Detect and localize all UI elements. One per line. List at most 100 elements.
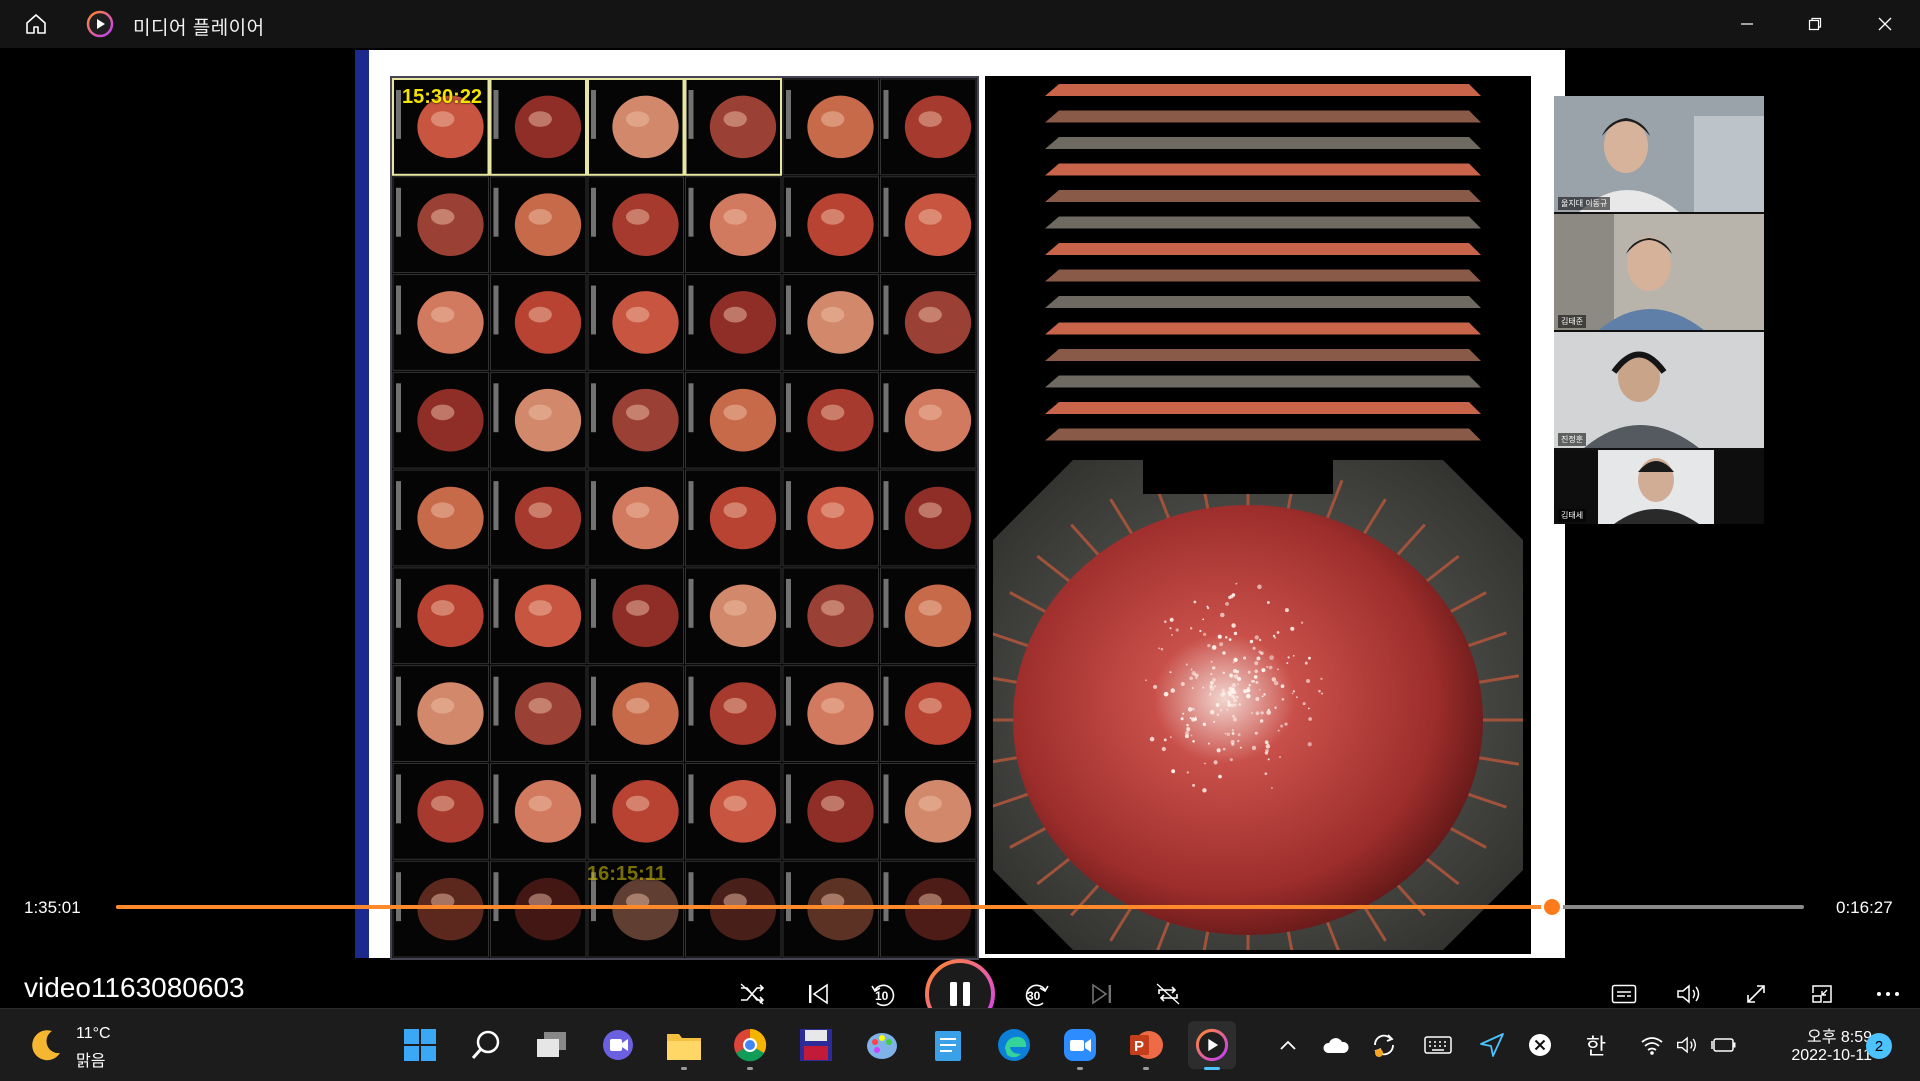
start-icon [404,1029,436,1061]
remaining-time: 0:16:27 [1836,898,1893,917]
taskbar-app-chrome[interactable] [726,1021,774,1070]
tray-wifi[interactable] [1634,1027,1670,1063]
participant-tile[interactable]: 김태준 [1554,214,1764,330]
sync-icon [1374,1034,1394,1057]
video-canvas[interactable]: 15:30:22 16:15:11 울지대 이동규 김태준 진정훈 김태세 1:… [0,48,1920,1008]
weather-widget[interactable]: 11°C 맑음 [24,1021,134,1070]
player-controls: 1:35:01 0:16:27 video1163080603 10 30 [0,878,1920,1008]
participant-video [1554,214,1764,330]
volume-button[interactable] [1668,972,1712,1008]
volume-icon [1677,1036,1696,1054]
rewind-10-button[interactable]: 10 [862,972,906,1008]
previous-button[interactable] [796,972,840,1008]
ime-indicator[interactable]: 한 [1578,1027,1614,1063]
more-options-button[interactable] [1866,972,1910,1008]
weather-temperature: 11°C [76,1025,111,1042]
home-icon [26,14,46,34]
chat-button[interactable] [594,1021,642,1069]
next-button[interactable] [1080,972,1124,1008]
taskbar-app-edge[interactable] [990,1021,1038,1069]
seek-bar-thumb[interactable] [1541,896,1564,918]
repeat-button[interactable] [1146,972,1190,1008]
minimize-button[interactable] [1714,0,1780,48]
shuffle-button[interactable] [730,972,774,1008]
tray-keyboard[interactable] [1420,1027,1456,1063]
slide-side-bar [355,50,369,958]
forward-30-button[interactable]: 30 [1014,972,1058,1008]
taskbar-app-notepad[interactable] [924,1021,972,1069]
participant-video [1554,332,1764,448]
chevron-up-icon [1280,1040,1296,1050]
running-indicator [1143,1067,1149,1070]
more-icon [1877,992,1899,996]
taskbar-app-paint[interactable] [858,1021,906,1069]
paint-icon [867,1033,897,1059]
svg-text:P: P [1134,1038,1144,1055]
participant-video [1554,96,1764,212]
task-view-button[interactable] [528,1021,576,1069]
restore-icon [1808,17,1822,31]
send-icon [1480,1033,1504,1057]
presentation-slide: 15:30:22 16:15:11 [355,50,1565,960]
search-icon [471,1030,500,1059]
pause-icon [925,959,995,1008]
start-button[interactable] [396,1021,444,1069]
participant-name: 진정훈 [1558,433,1587,446]
restore-button[interactable] [1782,0,1848,48]
battery-charging-icon [1711,1038,1736,1052]
participant-name: 김태세 [1558,509,1587,522]
tray-overflow-button[interactable] [1270,1027,1306,1063]
participant-tile[interactable]: 김태세 [1554,450,1764,524]
title-bar: 미디어 플레이어 [0,0,1920,48]
current-time: 1:35:01 [24,898,81,917]
moon-icon [32,1030,60,1061]
subtitles-icon [1611,984,1637,1004]
mini-player-button[interactable] [1800,972,1844,1008]
participant-tile[interactable]: 울지대 이동규 [1554,96,1764,212]
close-button[interactable] [1852,0,1918,48]
taskbar-app-zoom[interactable] [1056,1021,1104,1070]
running-indicator [1077,1067,1083,1070]
rewind-10-label: 10 [875,989,889,1003]
endoscopy-strip-stack [1045,84,1481,441]
notification-badge[interactable]: 2 [1866,1033,1892,1059]
chrome-icon [734,1028,767,1062]
tray-sync[interactable] [1366,1027,1402,1063]
taskbar-clock-date[interactable]: 2022-10-11 [1762,1047,1872,1065]
timestamp-top: 15:30:22 [402,86,483,108]
powerpoint-icon: P [1130,1031,1163,1059]
taskbar-app-file-explorer[interactable] [660,1021,708,1070]
taskbar: 11°C 맑음 P 한 오후 8:59 2022-10-11 2 [0,1008,1920,1081]
taskbar-search-button[interactable] [462,1021,510,1069]
close-icon [1878,17,1892,31]
fullscreen-button[interactable] [1734,972,1778,1008]
participant-tile[interactable]: 진정훈 [1554,332,1764,448]
tray-location[interactable] [1474,1027,1510,1063]
forward-30-label: 30 [1027,989,1041,1003]
home-button[interactable] [16,8,56,40]
seek-bar[interactable] [116,896,1804,918]
subtitles-button[interactable] [1602,972,1646,1008]
tray-volume[interactable] [1670,1027,1706,1063]
save-app-icon [800,1029,832,1061]
tray-onedrive[interactable] [1318,1027,1354,1063]
window-title: 미디어 플레이어 [133,18,265,39]
pause-button[interactable] [924,958,996,1008]
mini-player-icon [1812,985,1832,1003]
taskbar-app-save[interactable] [792,1021,840,1069]
taskbar-clock-time[interactable]: 오후 8:59 [1778,1023,1872,1047]
media-player-icon [1195,1028,1229,1062]
keyboard-icon [1424,1036,1452,1054]
tray-battery[interactable] [1706,1027,1742,1063]
seek-bar-progress [116,905,1553,909]
taskbar-app-powerpoint[interactable]: P [1122,1021,1170,1070]
tray-app-close[interactable] [1522,1027,1558,1063]
repeat-off-icon [1156,983,1180,1005]
task-view-icon [537,1032,566,1057]
taskbar-app-media-player[interactable] [1188,1021,1236,1070]
endoscopy-panel [985,76,1531,954]
media-player-icon [86,10,114,38]
zoom-icon [1064,1029,1096,1061]
running-indicator [747,1067,753,1070]
video-title: video1163080603 [24,972,245,1003]
